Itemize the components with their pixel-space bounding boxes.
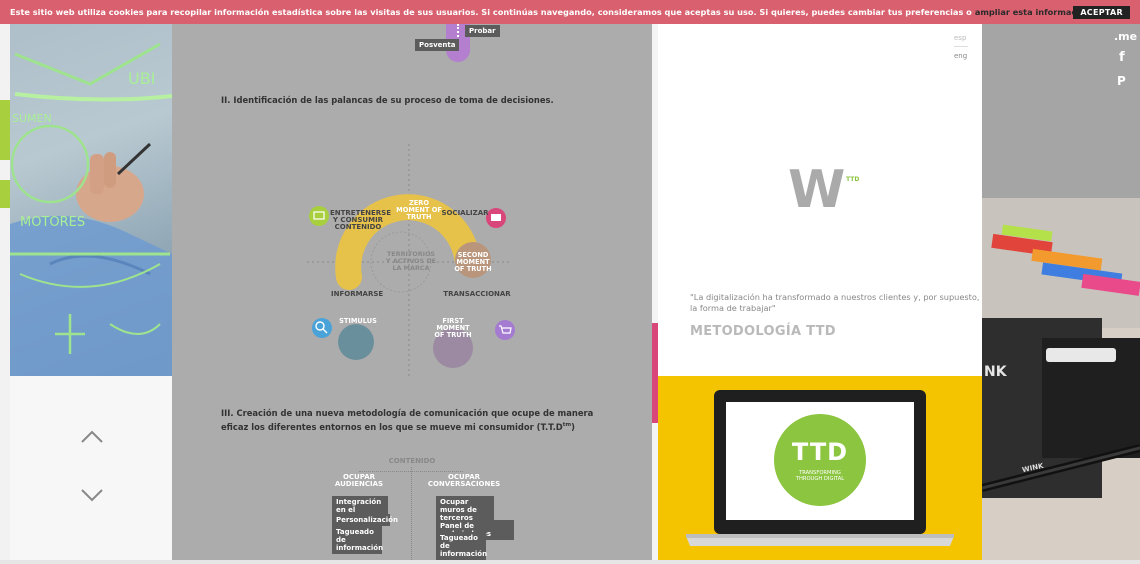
socializar-label: SOCIALIZAR — [441, 209, 489, 217]
logo-letter: W — [788, 160, 846, 220]
stimulus-label: STIMULUS — [339, 317, 377, 325]
glass-word: UBI — [128, 69, 155, 88]
lang-separator — [954, 46, 968, 47]
logo-sup: TTD — [846, 176, 860, 183]
pinterest-icon[interactable]: P — [1117, 74, 1126, 88]
cookie-banner: Este sitio web utiliza cookies para reco… — [0, 0, 1140, 24]
photo-desk-box: NK WINK — [982, 198, 1140, 560]
methodology-quote: "La digitalización ha transformado a nue… — [690, 292, 980, 313]
lang-esp[interactable]: esp — [954, 34, 966, 42]
tree-vertical-line — [411, 467, 412, 560]
arrow-down-icon[interactable] — [80, 482, 104, 506]
left-accent-bar — [0, 100, 10, 160]
glass-word: SUMEN — [12, 112, 52, 125]
informarse-label: INFORMARSE — [331, 290, 384, 298]
second-moment-label: SECOND MOMENT OF TRUTH — [454, 251, 492, 273]
section-3-end: ) — [571, 421, 575, 432]
facebook-icon[interactable]: f — [1119, 50, 1125, 65]
ttd-subtitle: TRANSFORMING THROUGH DIGITAL — [795, 470, 845, 482]
photo-illustration: UBI SUMEN MOTORES — [10, 42, 172, 376]
entretenerse-label: ENTRETENERSE Y CONSUMIR CONTENIDO — [330, 209, 391, 231]
cookie-text: Este sitio web utiliza cookies para reco… — [10, 7, 972, 17]
contenido-label: CONTENIDO — [388, 457, 436, 465]
methodology-card: esp eng W TTD "La digitalización ha tran… — [658, 24, 982, 376]
tree-branch — [359, 471, 463, 472]
slide-nav-panel — [10, 376, 172, 560]
ttd-laptop-panel: TTD TRANSFORMING THROUGH DIGITAL — [658, 376, 982, 560]
arrow-up-icon[interactable] — [80, 426, 104, 450]
box-brand-text: NK — [984, 364, 1007, 380]
section-3-sup: tm — [562, 422, 572, 428]
col2-item: Tagueado de información — [436, 532, 487, 560]
col1-item: Personalización — [332, 514, 398, 526]
col1-heading: OCUPAR AUDIENCIAS — [334, 473, 384, 488]
wink-logo: W TTD — [788, 164, 868, 224]
first-moment-label: FIRST MOMENT OF TRUTH — [434, 317, 472, 339]
territorios-label: TERRITORIOS Y ACTIVOS DE LA MARCA — [386, 250, 436, 272]
left-accent-bar — [0, 180, 10, 208]
section-3-title: III. Creación de una nueva metodología d… — [221, 407, 621, 433]
funnel-label-probar: Probar — [465, 25, 500, 37]
about-me-icon[interactable]: .me — [1114, 30, 1137, 43]
lang-eng[interactable]: eng — [954, 52, 967, 60]
social-panel: .me f P — [982, 24, 1140, 198]
col1-item: Tagueado de información — [332, 526, 383, 554]
glass-word: MOTORES — [20, 215, 85, 230]
ttd-big-text: TTD — [791, 438, 849, 466]
cookie-accept-button[interactable]: ACEPTAR — [1073, 6, 1130, 19]
photo-glass-drawing: UBI SUMEN MOTORES — [10, 24, 172, 376]
funnel-label-posventa: Posventa — [415, 39, 460, 51]
transaccionar-label: TRANSACCIONAR — [443, 290, 511, 298]
content-panel: Probar Posventa II. Identificación de la… — [172, 24, 652, 560]
section-2-title: II. Identificación de las palancas de su… — [221, 95, 554, 105]
zero-moment-label: ZERO MOMENT OF TRUTH — [396, 199, 442, 221]
section-3-text: III. Creación de una nueva metodología d… — [221, 408, 594, 432]
col2-heading: OCUPAR CONVERSACIONES — [427, 473, 501, 488]
laptop-illustration — [686, 390, 954, 546]
methodology-title: METODOLOGÍA TTD — [690, 324, 836, 339]
